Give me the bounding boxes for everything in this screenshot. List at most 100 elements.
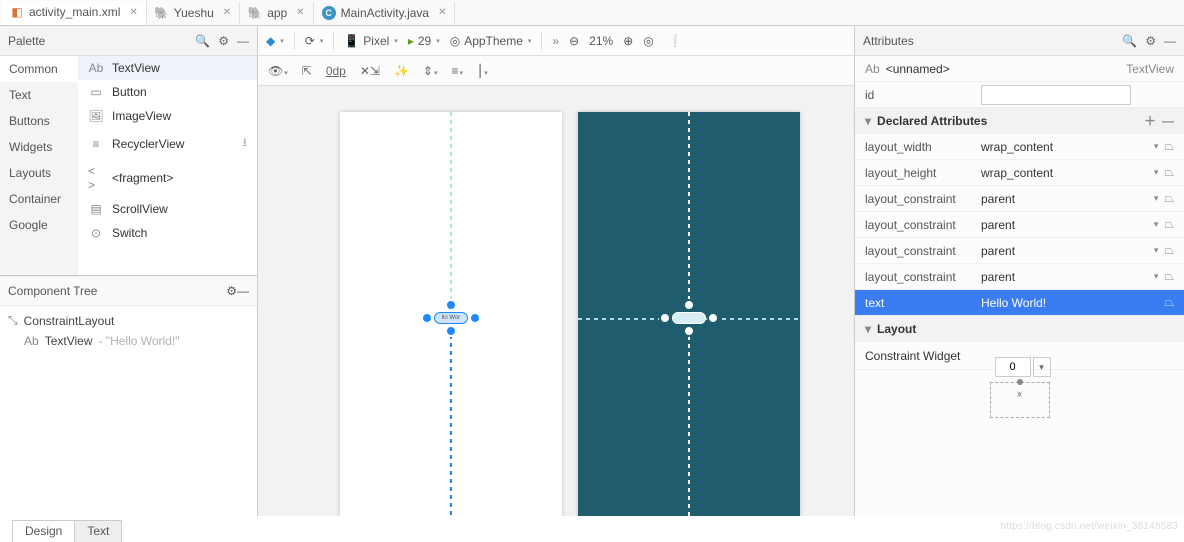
widget-recyclerview[interactable]: ≡RecyclerView⭳ bbox=[78, 128, 257, 159]
tab-design[interactable]: Design bbox=[12, 520, 75, 542]
attr-row-constraint[interactable]: layout_constraintparent▾⏢ bbox=[855, 186, 1184, 212]
search-icon[interactable]: 🔍 bbox=[195, 34, 210, 48]
gear-icon[interactable]: ⚙ bbox=[1145, 34, 1156, 48]
gear-icon[interactable]: ⚙ bbox=[218, 34, 229, 48]
surface-select-button[interactable]: ◆▾ bbox=[266, 34, 284, 48]
close-icon[interactable]: ✕ bbox=[129, 7, 137, 18]
constraint-handle[interactable] bbox=[469, 312, 481, 324]
constraint-handle[interactable] bbox=[659, 312, 671, 324]
zoom-in-button[interactable]: ⊕ bbox=[623, 34, 633, 48]
widget-scrollview[interactable]: ▤ScrollView bbox=[78, 197, 257, 221]
guideline-button[interactable]: ⎮▾ bbox=[477, 64, 488, 78]
design-surface[interactable]: llo Wor bbox=[340, 112, 562, 516]
declared-attributes-header[interactable]: ▾ Declared Attributes ＋— bbox=[855, 108, 1184, 134]
minimize-icon[interactable]: — bbox=[1164, 34, 1176, 48]
id-input[interactable] bbox=[981, 85, 1131, 105]
pack-button[interactable]: ⇕▾ bbox=[423, 64, 438, 78]
cat-common[interactable]: Common bbox=[0, 56, 78, 82]
gear-icon[interactable]: ⚙ bbox=[226, 284, 237, 298]
minimize-icon[interactable]: — bbox=[237, 284, 249, 298]
zoom-out-button[interactable]: ⊖ bbox=[569, 34, 579, 48]
constraint-handle[interactable] bbox=[445, 325, 457, 337]
align-button[interactable]: ≡▾ bbox=[451, 64, 463, 78]
widget-fragment[interactable]: < ><fragment> bbox=[78, 159, 257, 197]
constraint-handle[interactable] bbox=[707, 312, 719, 324]
widget-button[interactable]: ▭Button bbox=[78, 80, 257, 104]
selected-textview[interactable]: llo Wor bbox=[429, 309, 473, 327]
attr-row-layout-width[interactable]: layout_widthwrap_content▾⏢ bbox=[855, 134, 1184, 160]
flag-icon[interactable]: ⏢ bbox=[1164, 191, 1174, 206]
zoom-fit-button[interactable]: ◎ bbox=[643, 34, 653, 48]
tab-mainactivity[interactable]: C MainActivity.java ✕ bbox=[314, 2, 456, 24]
close-icon[interactable]: ✕ bbox=[223, 7, 231, 18]
cat-containers[interactable]: Container bbox=[0, 186, 78, 212]
tree-child-textview[interactable]: Ab TextView - "Hello World!" bbox=[2, 331, 255, 351]
chevron-down-icon[interactable]: ▾ bbox=[1154, 219, 1159, 230]
minimize-icon[interactable]: — bbox=[237, 34, 249, 48]
add-icon[interactable]: ＋ bbox=[1144, 112, 1156, 129]
overflow-icon[interactable]: » bbox=[552, 34, 559, 48]
flag-icon[interactable]: ⏢ bbox=[1164, 165, 1174, 180]
cat-buttons[interactable]: Buttons bbox=[0, 108, 78, 134]
chevron-down-icon[interactable]: ▾ bbox=[1154, 141, 1159, 152]
remove-icon[interactable]: — bbox=[1162, 114, 1174, 128]
constraint-handle[interactable] bbox=[683, 299, 695, 311]
flag-icon[interactable]: ⏢ bbox=[1164, 243, 1174, 258]
download-icon[interactable]: ⭳ bbox=[243, 133, 247, 154]
api-select[interactable]: ▸29▾ bbox=[408, 34, 440, 48]
constraint-handle[interactable] bbox=[421, 312, 433, 324]
tab-activity-main[interactable]: ◧ activity_main.xml ✕ bbox=[2, 1, 147, 25]
attr-row-text[interactable]: textHello World!⏢ bbox=[855, 290, 1184, 316]
tree-root[interactable]: ⤡ ConstraintLayout bbox=[2, 310, 255, 331]
tab-label: MainActivity.java bbox=[341, 6, 429, 20]
tab-app[interactable]: 🐘 app ✕ bbox=[240, 2, 313, 24]
flag-icon[interactable]: ⏢ bbox=[1164, 139, 1174, 154]
infer-constraints-icon[interactable]: ✨ bbox=[394, 64, 409, 78]
default-margin[interactable]: 0dp bbox=[326, 64, 346, 78]
constraint-handle[interactable] bbox=[683, 325, 695, 337]
close-icon[interactable]: ✕ bbox=[438, 7, 446, 18]
flag-icon[interactable]: ⏢ bbox=[1164, 295, 1174, 310]
tab-yueshu[interactable]: 🐘 Yueshu ✕ bbox=[147, 2, 240, 24]
blueprint-surface[interactable] bbox=[578, 112, 800, 516]
constraint-anchor[interactable] bbox=[1017, 379, 1023, 385]
separator bbox=[294, 32, 295, 50]
warnings-icon[interactable]: ❕ bbox=[668, 34, 683, 48]
widget-imageview[interactable]: 🖼ImageView bbox=[78, 104, 257, 128]
constraint-widget[interactable]: ▾ ⩙ bbox=[855, 370, 1184, 430]
chevron-down-icon[interactable]: ▾ bbox=[1154, 167, 1159, 178]
cat-google[interactable]: Google bbox=[0, 212, 78, 238]
widget-textview[interactable]: AbTextView bbox=[78, 56, 257, 80]
close-icon[interactable]: ✕ bbox=[296, 7, 304, 18]
cat-text[interactable]: Text bbox=[0, 82, 78, 108]
autoconnect-icon[interactable]: ⇱ bbox=[302, 64, 312, 78]
attr-row-layout-height[interactable]: layout_heightwrap_content▾⏢ bbox=[855, 160, 1184, 186]
blueprint-textview[interactable] bbox=[667, 309, 711, 327]
cat-widgets[interactable]: Widgets bbox=[0, 134, 78, 160]
constraint-widget-inner[interactable]: ▾ ⩙ bbox=[990, 382, 1050, 418]
layout-section-header[interactable]: ▾ Layout bbox=[855, 316, 1184, 342]
cat-layouts[interactable]: Layouts bbox=[0, 160, 78, 186]
flag-icon[interactable]: ⏢ bbox=[1164, 269, 1174, 284]
attr-row-constraint[interactable]: layout_constraintparent▾⏢ bbox=[855, 238, 1184, 264]
chevron-down-icon[interactable]: ▾ bbox=[1154, 271, 1159, 282]
theme-select[interactable]: ◎AppTheme▾ bbox=[450, 34, 532, 48]
tab-text[interactable]: Text bbox=[74, 520, 122, 542]
flag-icon[interactable]: ⏢ bbox=[1164, 217, 1174, 232]
attr-row-constraint[interactable]: layout_constraintparent▾⏢ bbox=[855, 264, 1184, 290]
orientation-button[interactable]: ⟳▾ bbox=[305, 34, 324, 48]
chevron-down-icon[interactable]: ▾ bbox=[1154, 193, 1159, 204]
chevron-down-icon: ▾ bbox=[865, 114, 871, 128]
margin-dropdown[interactable]: ▾ bbox=[1033, 357, 1051, 377]
margin-top-input[interactable] bbox=[995, 357, 1031, 377]
device-select[interactable]: 📱Pixel▾ bbox=[344, 34, 397, 48]
clear-constraints-icon[interactable]: ✕⇲ bbox=[360, 64, 380, 78]
search-icon[interactable]: 🔍 bbox=[1122, 34, 1137, 48]
textview-preview bbox=[672, 312, 706, 324]
view-options-button[interactable]: 👁▾ bbox=[268, 64, 288, 78]
attr-row-constraint[interactable]: layout_constraintparent▾⏢ bbox=[855, 212, 1184, 238]
design-canvas[interactable]: llo Wor bbox=[258, 86, 854, 516]
constraint-handle[interactable] bbox=[445, 299, 457, 311]
widget-switch[interactable]: ⊙Switch bbox=[78, 221, 257, 245]
chevron-down-icon[interactable]: ▾ bbox=[1154, 245, 1159, 256]
